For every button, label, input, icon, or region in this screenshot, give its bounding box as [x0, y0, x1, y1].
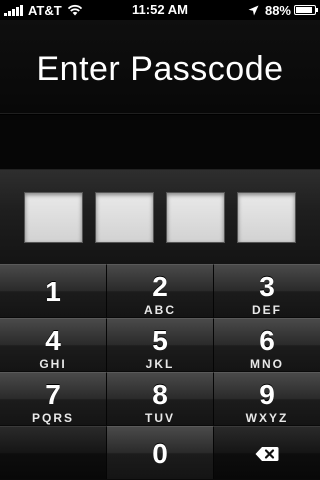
key-5[interactable]: 5 JKL — [107, 318, 214, 371]
passcode-box-4 — [237, 192, 296, 243]
key-letters: DEF — [252, 303, 282, 317]
key-digit: 6 — [259, 325, 275, 356]
key-digit: 2 — [152, 271, 168, 302]
battery-percent: 88% — [264, 2, 291, 18]
battery-fill — [296, 7, 312, 13]
passcode-box-3 — [166, 192, 225, 243]
page-title: Enter Passcode — [36, 50, 284, 88]
battery-icon — [294, 5, 318, 15]
location-icon — [248, 5, 259, 15]
key-9[interactable]: 9 WXYZ — [214, 372, 320, 425]
key-letters: GHI — [39, 357, 67, 371]
passcode-box-2 — [95, 192, 154, 243]
key-digit: 3 — [259, 271, 275, 302]
key-digit: 9 — [259, 379, 275, 410]
key-digit: 4 — [45, 325, 61, 356]
key-digit: 5 — [152, 325, 168, 356]
status-bar: AT&T 11:52 AM 88% — [0, 0, 320, 20]
delete-button[interactable] — [214, 426, 320, 479]
key-0[interactable]: 0 — [107, 426, 214, 479]
key-digit: 7 — [45, 379, 61, 410]
key-letters: PQRS — [31, 411, 74, 425]
key-letters: WXYZ — [245, 411, 289, 425]
key-digit: 1 — [45, 276, 61, 307]
key-4[interactable]: 4 GHI — [0, 318, 107, 371]
header-spacer — [0, 115, 320, 170]
key-letters: TUV — [145, 411, 175, 425]
key-3[interactable]: 3 DEF — [214, 264, 320, 317]
key-letters: ABC — [144, 303, 176, 317]
passcode-box-1 — [24, 192, 83, 243]
key-digit: 0 — [152, 438, 168, 469]
backspace-icon — [255, 447, 279, 461]
key-blank — [0, 426, 107, 479]
status-right: 88% — [248, 0, 318, 20]
key-7[interactable]: 7 PQRS — [0, 372, 107, 425]
key-letters: MNO — [250, 357, 284, 371]
keypad: 1 2 ABC 3 DEF 4 GHI 5 JKL 6 MNO 7 PQRS 8… — [0, 264, 320, 480]
key-8[interactable]: 8 TUV — [107, 372, 214, 425]
key-digit: 8 — [152, 379, 168, 410]
key-2[interactable]: 2 ABC — [107, 264, 214, 317]
key-1[interactable]: 1 — [0, 264, 107, 317]
key-6[interactable]: 6 MNO — [214, 318, 320, 371]
passcode-field — [0, 170, 320, 264]
key-letters: JKL — [145, 357, 175, 371]
header: Enter Passcode — [0, 20, 320, 114]
